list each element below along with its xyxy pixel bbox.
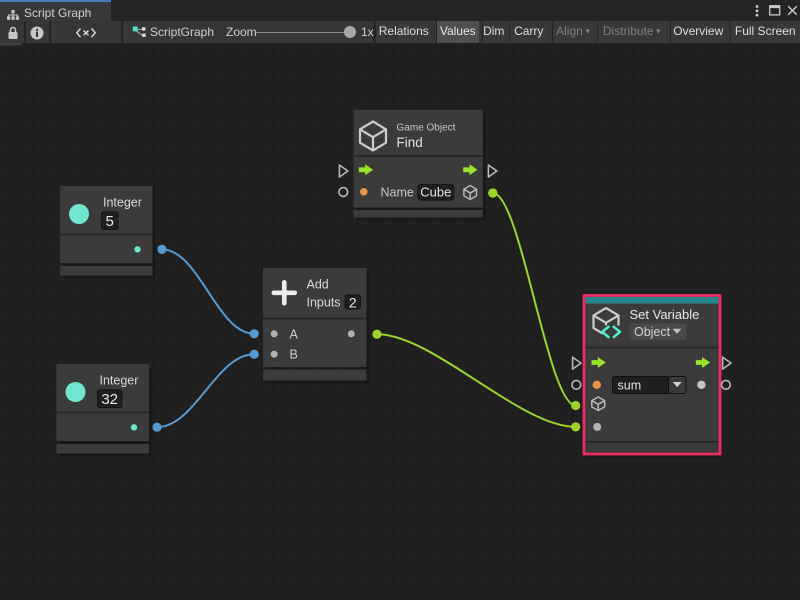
svg-text:Name: Name [381, 185, 414, 199]
svg-text:Set Variable: Set Variable [630, 307, 700, 322]
svg-text:Integer: Integer [103, 195, 142, 209]
svg-text:2: 2 [349, 294, 357, 310]
svg-text:Game Object: Game Object [397, 123, 456, 134]
svg-text:Cube: Cube [420, 185, 451, 200]
svg-text:B: B [290, 348, 298, 362]
svg-text:A: A [290, 327, 299, 341]
svg-text:Find: Find [397, 135, 423, 150]
svg-text:Object: Object [634, 325, 671, 339]
svg-text:5: 5 [106, 213, 114, 230]
svg-text:Integer: Integer [100, 373, 139, 387]
svg-text:32: 32 [101, 391, 118, 408]
svg-text:Inputs: Inputs [307, 295, 341, 309]
svg-text:sum: sum [618, 378, 642, 392]
svg-text:Add: Add [307, 277, 329, 291]
